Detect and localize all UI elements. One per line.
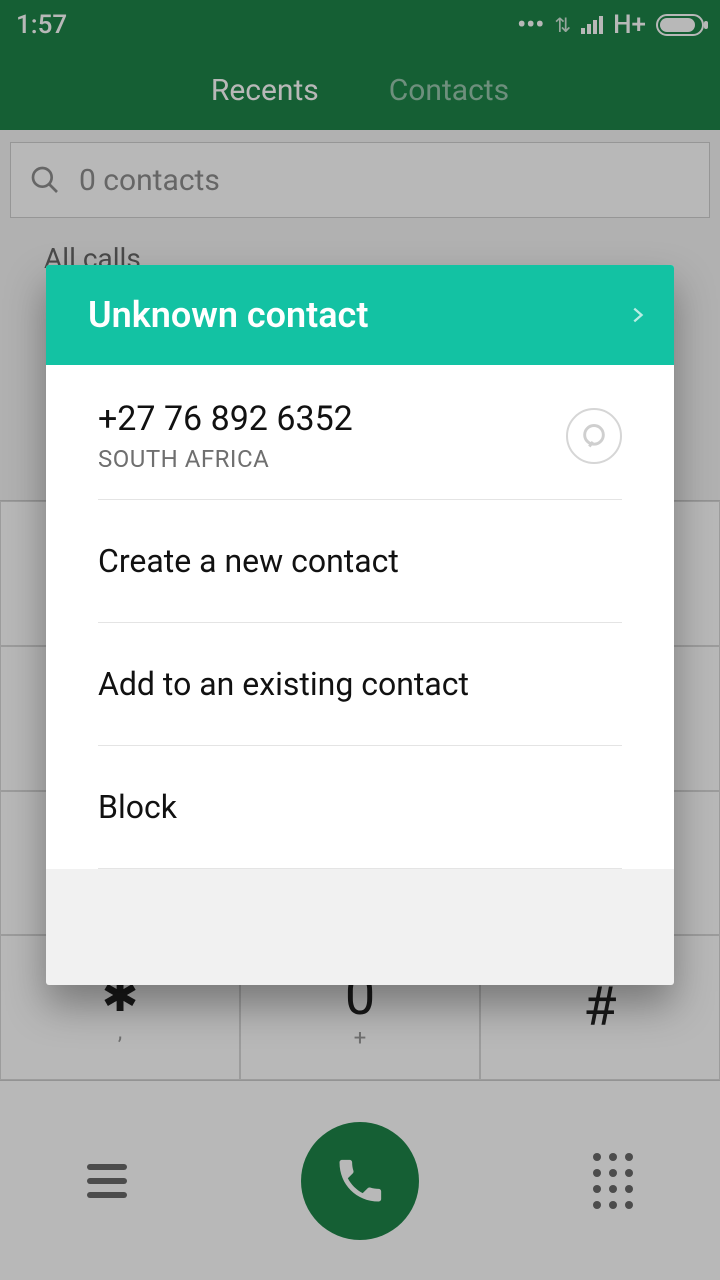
dialog-header[interactable]: Unknown contact <box>46 265 674 365</box>
phone-region: SOUTH AFRICA <box>98 445 353 473</box>
message-button[interactable] <box>566 408 622 464</box>
add-existing-action[interactable]: Add to an existing contact <box>46 623 674 745</box>
block-action[interactable]: Block <box>46 746 674 868</box>
chevron-right-icon <box>626 297 648 333</box>
divider <box>98 868 622 869</box>
create-contact-action[interactable]: Create a new contact <box>46 500 674 622</box>
chat-icon <box>580 422 608 450</box>
contact-number-row[interactable]: +27 76 892 6352 SOUTH AFRICA <box>46 365 674 499</box>
phone-number: +27 76 892 6352 <box>98 399 353 439</box>
dialog-title: Unknown contact <box>88 294 368 336</box>
unknown-contact-dialog: Unknown contact +27 76 892 6352 SOUTH AF… <box>46 265 674 985</box>
